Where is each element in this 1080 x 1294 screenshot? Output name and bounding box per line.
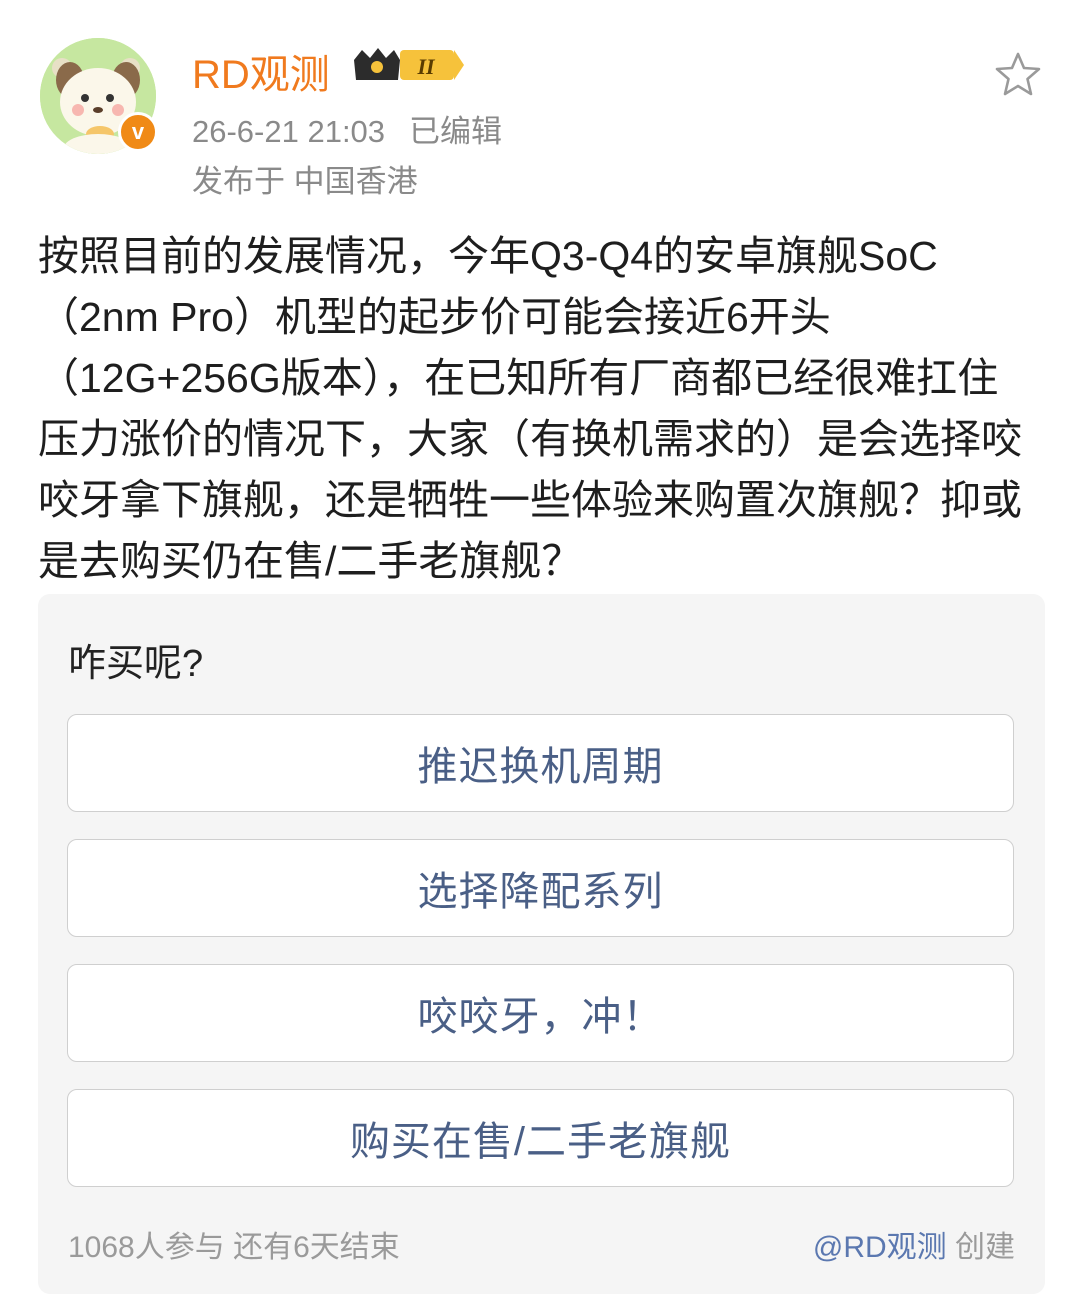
verified-v-icon: v	[118, 112, 158, 152]
poll-footer: 1068人参与 还有6天结束 @RD观测 创建	[68, 1222, 1015, 1264]
creator-handle-link[interactable]: @RD观测	[813, 1231, 947, 1264]
post-meta: 26-6-21 21:03 已编辑	[192, 106, 502, 151]
edited-label[interactable]: 已编辑	[409, 114, 502, 149]
star-favorite-icon[interactable]	[992, 50, 1044, 100]
post-text: 按照目前的发展情况，今年Q3-Q4的安卓旗舰SoC（2nm Pro）机型的起步价…	[38, 233, 1022, 584]
creator-suffix: 创建	[946, 1231, 1015, 1264]
post-location: 发布于 中国香港	[192, 164, 418, 199]
poll-option-old-flagship[interactable]: 购买在售/二手老旗舰	[67, 1089, 1014, 1187]
poll-option-downgrade-series[interactable]: 选择降配系列	[67, 839, 1014, 937]
poll-card: 咋买呢? 推迟换机周期 选择降配系列 咬咬牙，冲！ 购买在售/二手老旗舰 106…	[38, 594, 1045, 1294]
crown-level-icon[interactable]: II	[350, 44, 466, 84]
poll-question: 咋买呢?	[68, 643, 204, 685]
level-text: II	[416, 54, 436, 79]
post-header: v RD观测 II 26-6-21 21:03 已编辑 发布于 中国香港	[0, 0, 1080, 220]
poll-option-buy-flagship[interactable]: 咬咬牙，冲！	[67, 964, 1014, 1062]
author-name[interactable]: RD观测	[192, 42, 330, 100]
poll-option-delay-upgrade[interactable]: 推迟换机周期	[67, 714, 1014, 812]
poll-stats: 1068人参与 还有6天结束	[68, 1231, 400, 1264]
poll-creator: @RD观测 创建	[813, 1222, 1015, 1266]
post-time: 26-6-21 21:03	[192, 114, 386, 149]
